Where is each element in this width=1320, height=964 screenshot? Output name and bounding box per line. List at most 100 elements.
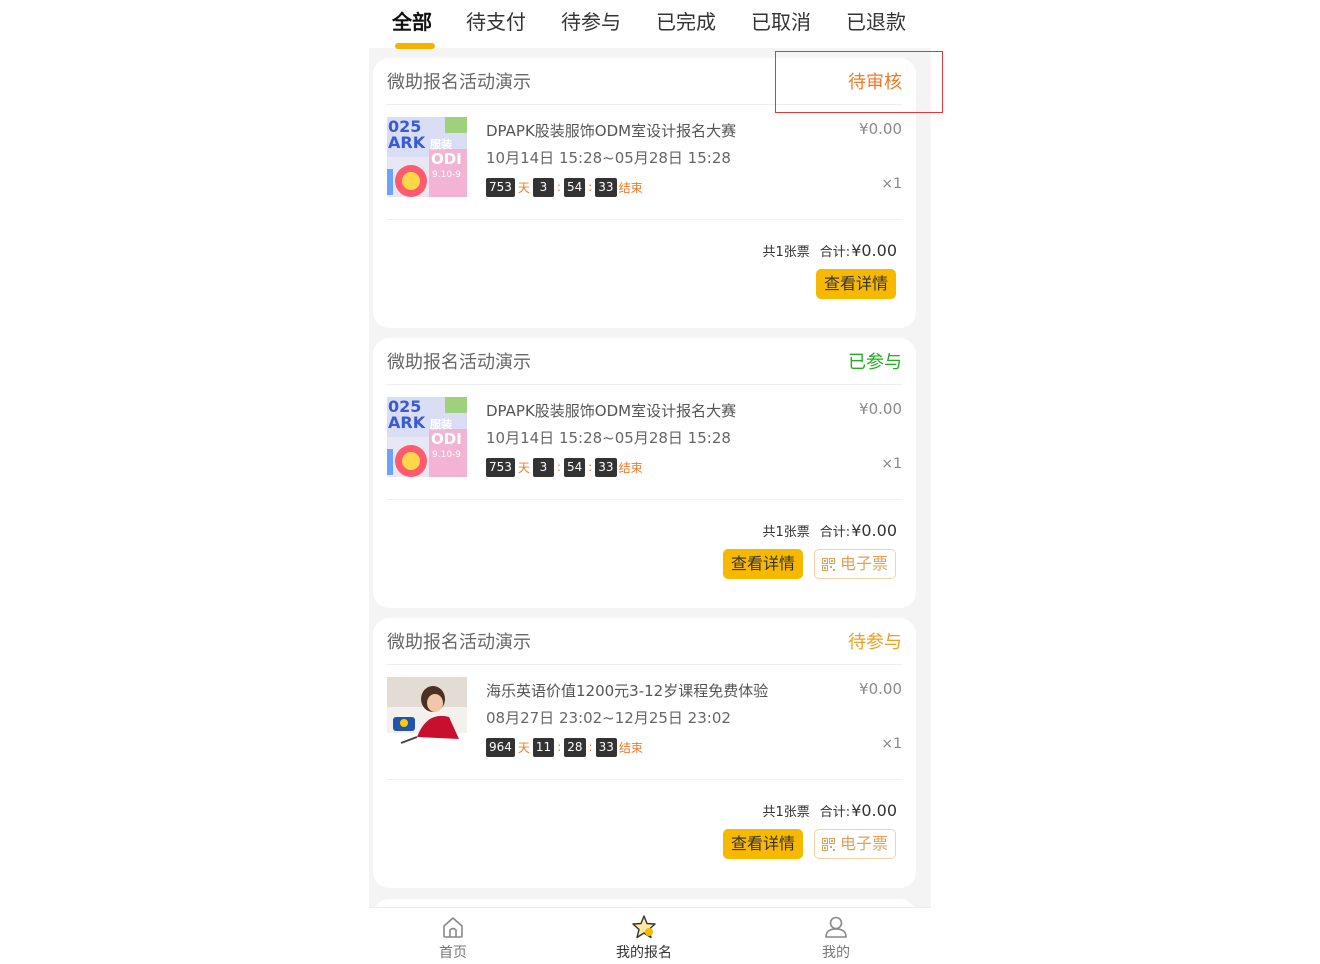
- unit-price: ¥0.00: [859, 120, 902, 138]
- colon: :: [588, 740, 593, 754]
- ticket-count: 共1张票: [762, 805, 810, 820]
- tab-bar: 全部 待支付 待参与 已完成 已取消 已退款: [369, 0, 931, 49]
- countdown-days: 964: [486, 737, 515, 757]
- order-total: 共1张票 合计: ¥0.00: [763, 521, 897, 540]
- total-amount: ¥0.00: [851, 801, 897, 820]
- day-unit: 天: [517, 180, 530, 195]
- colon: :: [588, 460, 593, 474]
- view-details-button[interactable]: 查看详情: [815, 269, 896, 299]
- countdown-minutes: 54: [563, 177, 586, 197]
- event-title[interactable]: DPAPK股装服饰ODM室设计报名大赛: [486, 400, 736, 421]
- event-thumbnail[interactable]: 025 ARK 服装 ODI 9.10-9: [387, 117, 467, 197]
- qr-code-icon: [821, 557, 835, 571]
- order-total: 共1张票 合计: ¥0.00: [763, 241, 897, 260]
- star-icon: [632, 915, 656, 939]
- shop-name: 微助报名活动演示: [387, 352, 531, 373]
- nav-my-registrations[interactable]: 我的报名: [594, 914, 694, 962]
- nav-label: 我的报名: [616, 945, 672, 961]
- tab-pending-payment[interactable]: 待支付: [456, 6, 536, 38]
- total-amount: ¥0.00: [851, 241, 897, 260]
- poster-text: ODI: [431, 150, 462, 168]
- nav-me[interactable]: 我的: [786, 914, 886, 962]
- highlight-annotation: [775, 51, 943, 113]
- event-thumbnail[interactable]: [387, 677, 467, 757]
- event-title[interactable]: DPAPK股装服饰ODM室设计报名大赛: [486, 120, 736, 141]
- nav-label: 首页: [439, 945, 467, 961]
- total-label: 合计:: [819, 245, 851, 260]
- order-card[interactable]: 微助报名活动演示 已参与 025 ARK 服装 ODI 9.10-9 DPAPK…: [373, 338, 916, 608]
- countdown: 753 天 3 : 54 : 33 结束: [486, 457, 643, 477]
- countdown-seconds: 33: [595, 177, 617, 197]
- event-time: 10月14日 15:28~05月28日 15:28: [486, 429, 731, 447]
- tab-label: 已完成: [656, 10, 716, 34]
- event-time: 08月27日 23:02~12月25日 23:02: [486, 709, 731, 727]
- ticket-count: 共1张票: [762, 245, 810, 260]
- quantity: ×1: [881, 176, 902, 192]
- home-icon: [443, 917, 463, 938]
- colon: :: [557, 740, 562, 754]
- e-ticket-button[interactable]: 电子票: [813, 549, 896, 579]
- e-ticket-label: 电子票: [839, 834, 888, 853]
- poster-text: 9.10-9: [432, 170, 461, 180]
- day-unit: 天: [517, 740, 530, 755]
- qr-code-icon: [821, 837, 835, 851]
- colon: :: [588, 180, 593, 194]
- view-details-button[interactable]: 查看详情: [722, 829, 803, 859]
- tab-refunded[interactable]: 已退款: [836, 6, 916, 38]
- tab-cancelled[interactable]: 已取消: [741, 6, 821, 38]
- countdown-seconds: 33: [595, 737, 617, 757]
- divider: [387, 779, 902, 780]
- countdown-suffix: 结束: [618, 740, 643, 755]
- tab-all[interactable]: 全部: [372, 6, 452, 49]
- divider: [387, 664, 902, 665]
- tab-label: 已退款: [846, 10, 906, 34]
- quantity: ×1: [881, 456, 902, 472]
- countdown-hours: 3: [532, 177, 554, 197]
- e-ticket-button[interactable]: 电子票: [813, 829, 896, 859]
- poster-text: 服装: [430, 137, 452, 151]
- countdown-hours: 3: [532, 457, 554, 477]
- event-thumbnail[interactable]: 025 ARK 服装 ODI 9.10-9: [387, 397, 467, 477]
- poster-text: ARK: [388, 413, 426, 432]
- unit-price: ¥0.00: [859, 680, 902, 698]
- countdown-suffix: 结束: [618, 460, 643, 475]
- event-time: 10月14日 15:28~05月28日 15:28: [486, 149, 731, 167]
- countdown: 964 天 11 : 28 : 33 结束: [486, 737, 643, 757]
- order-status: 已参与: [848, 352, 902, 373]
- countdown-hours: 11: [532, 737, 555, 757]
- ticket-count: 共1张票: [762, 525, 810, 540]
- divider: [387, 219, 902, 220]
- shop-name: 微助报名活动演示: [387, 72, 531, 93]
- poster-text: ARK: [388, 133, 426, 152]
- nav-home[interactable]: 首页: [403, 914, 503, 962]
- unit-price: ¥0.00: [859, 400, 902, 418]
- phone-screen: 全部 待支付 待参与 已完成 已取消 已退款 微助报名活动演示 待审核 025 …: [369, 0, 931, 964]
- countdown-days: 753: [486, 177, 515, 197]
- nav-label: 我的: [822, 945, 850, 961]
- tab-label: 全部: [392, 10, 432, 34]
- e-ticket-label: 电子票: [839, 554, 888, 573]
- divider: [387, 384, 902, 385]
- countdown-seconds: 33: [595, 457, 617, 477]
- active-tab-indicator: [395, 43, 435, 49]
- poster-text: ODI: [431, 430, 462, 448]
- colon: :: [556, 180, 561, 194]
- tab-completed[interactable]: 已完成: [646, 6, 726, 38]
- day-unit: 天: [517, 460, 530, 475]
- tab-label: 已取消: [751, 10, 811, 34]
- order-card[interactable]: 微助报名活动演示 待参与 海乐英语价值1200元3-12岁课程免费体验 ¥0.0…: [373, 618, 916, 888]
- event-title[interactable]: 海乐英语价值1200元3-12岁课程免费体验: [486, 680, 768, 701]
- tab-label: 待参与: [561, 10, 621, 34]
- tab-to-attend[interactable]: 待参与: [551, 6, 631, 38]
- quantity: ×1: [881, 736, 902, 752]
- tab-label: 待支付: [466, 10, 526, 34]
- shop-name: 微助报名活动演示: [387, 632, 531, 653]
- countdown: 753 天 3 : 54 : 33 结束: [486, 177, 643, 197]
- divider: [387, 499, 902, 500]
- view-details-button[interactable]: 查看详情: [722, 549, 803, 579]
- total-amount: ¥0.00: [851, 521, 897, 540]
- total-label: 合计:: [819, 525, 851, 540]
- countdown-minutes: 28: [564, 737, 586, 757]
- total-label: 合计:: [819, 805, 851, 820]
- order-status: 待参与: [848, 632, 902, 653]
